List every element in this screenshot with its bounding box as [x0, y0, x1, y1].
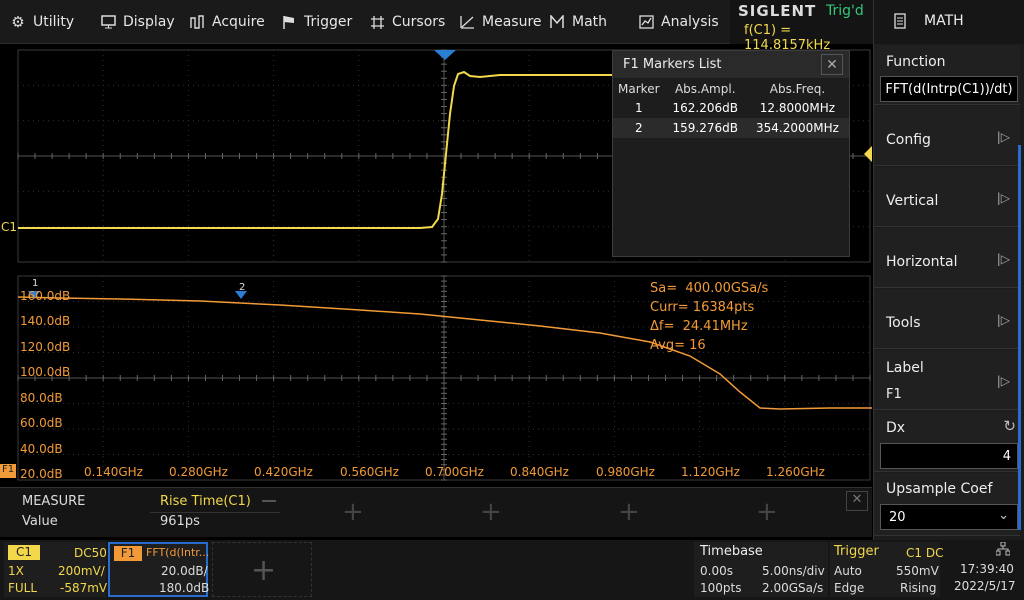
add-measure-slot[interactable]: +	[480, 497, 502, 527]
function-menu-item[interactable]: Function FFT(d(Intrp(C1))/dt)	[874, 45, 1020, 105]
menu-analysis[interactable]: Analysis	[638, 0, 719, 44]
table-row[interactable]: 2 159.276dB 354.2000MHz	[613, 118, 849, 138]
add-measure-slot[interactable]: +	[618, 497, 640, 527]
function-label: Function	[886, 54, 946, 70]
ch1-label: C1	[1, 220, 18, 234]
chevron-down-icon: ⌄	[998, 508, 1009, 523]
trigger-position-marker[interactable]	[434, 50, 456, 60]
menu-acquire[interactable]: Acquire	[189, 0, 265, 44]
function-field[interactable]: FFT(d(Intrp(C1))/dt)	[880, 76, 1018, 102]
reset-icon[interactable]: ↻	[1003, 417, 1016, 435]
flag-icon	[281, 14, 297, 30]
upsample-menu-item[interactable]: Upsample Coef 20 ⌄	[874, 473, 1020, 536]
network-icon	[995, 541, 1011, 560]
dx-field[interactable]: 4	[880, 443, 1018, 469]
menu-display[interactable]: Display	[100, 0, 175, 44]
analysis-icon	[638, 14, 654, 30]
dx-menu-item[interactable]: Dx ↻ 4	[874, 411, 1020, 472]
math-panel-title: MATH	[924, 13, 964, 29]
ch1-trace	[18, 70, 612, 229]
table-row[interactable]: 1 162.206dB 12.8000MHz	[613, 98, 849, 118]
math-icon	[549, 14, 565, 30]
markers-list-window[interactable]: F1 Markers List ✕ Marker Abs.Ampl. Abs.F…	[612, 50, 850, 257]
submenu-arrow-icon: |▷	[996, 252, 1010, 266]
measure-value-label: Value	[22, 514, 58, 529]
upsample-select[interactable]: 20 ⌄	[880, 504, 1018, 530]
label-menu-item[interactable]: Label F1 |▷	[874, 350, 1020, 410]
add-measure-slot[interactable]: +	[342, 497, 364, 527]
submenu-arrow-icon: |▷	[996, 374, 1010, 388]
clock-box: 17:39:40 2022/5/17	[944, 541, 1022, 597]
document-icon	[894, 13, 906, 33]
acquire-icon	[189, 14, 205, 30]
siglent-logo: SIGLENT	[738, 2, 817, 20]
config-menu-item[interactable]: Config |▷	[874, 106, 1020, 166]
marker-1-label: 1	[32, 278, 39, 289]
plus-icon: +	[251, 553, 277, 588]
top-menu-bar: ⚙ Utility Display Acquire Trigger Cursors…	[0, 0, 730, 44]
monitor-icon	[100, 14, 116, 30]
tools-menu-item[interactable]: Tools |▷	[874, 289, 1020, 349]
close-icon[interactable]: ✕	[821, 54, 843, 75]
menu-cursors[interactable]: Cursors	[369, 0, 445, 44]
settings-icon: ⚙	[11, 13, 25, 31]
measure-item[interactable]: Rise Time(C1)	[160, 494, 251, 509]
close-icon[interactable]: ✕	[846, 491, 868, 511]
menu-trigger[interactable]: Trigger	[281, 0, 352, 44]
ch1-info-box[interactable]: C1 DC50 1X 200mV/ FULL -587mV	[4, 542, 107, 597]
f1-tag: F1	[114, 546, 142, 561]
f1-info-box[interactable]: F1 FFT(d(Intr... 20.0dB/ 180.0dB	[108, 542, 209, 597]
horizontal-menu-item[interactable]: Horizontal |▷	[874, 228, 1020, 288]
markers-table: Marker Abs.Ampl. Abs.Freq. 1 162.206dB 1…	[613, 79, 849, 138]
submenu-arrow-icon: |▷	[996, 130, 1010, 144]
trigger-status: Trig'd	[826, 3, 864, 19]
add-measure-slot[interactable]: +	[756, 497, 778, 527]
add-channel-slot[interactable]: +	[212, 542, 312, 597]
menu-utility[interactable]: ⚙ Utility	[10, 0, 74, 44]
panel-scrollbar[interactable]	[1018, 145, 1021, 530]
menu-measure[interactable]: Measure	[459, 0, 542, 44]
ch1-tag: C1	[8, 545, 40, 560]
bottom-status-bar: C1 DC50 1X 200mV/ FULL -587mV F1 FFT(d(I…	[0, 540, 1024, 600]
marker-2-label: 2	[239, 282, 246, 293]
trigger-box[interactable]: Trigger C1 DC Auto 550mV Edge Rising	[830, 542, 943, 597]
measure-icon	[459, 14, 475, 30]
trigger-level-marker[interactable]	[864, 146, 872, 162]
submenu-arrow-icon: |▷	[996, 313, 1010, 327]
cursor-icon	[369, 14, 385, 30]
measure-item-dash	[262, 500, 276, 502]
measure-panel: MEASURE Rise Time(C1) Value 961ps + + + …	[0, 487, 872, 537]
menu-math[interactable]: Math	[549, 0, 607, 44]
measure-title: MEASURE	[22, 494, 86, 509]
label-value: F1	[886, 387, 902, 402]
measure-value: 961ps	[160, 514, 200, 529]
timebase-box[interactable]: Timebase 0.00s 5.00ns/div 100pts 2.00GSa…	[694, 542, 828, 597]
math-panel-header: MATH	[874, 0, 1024, 44]
vertical-menu-item[interactable]: Vertical |▷	[874, 167, 1020, 227]
f1-channel-tag: F1	[0, 464, 16, 478]
markers-list-titlebar: F1 Markers List ✕	[613, 51, 849, 78]
math-panel: MATH Function FFT(d(Intrp(C1))/dt) Confi…	[873, 0, 1024, 540]
brand-status: SIGLENT Trig'd f(C1) = 114.8157kHz	[730, 0, 873, 53]
submenu-arrow-icon: |▷	[996, 191, 1010, 205]
